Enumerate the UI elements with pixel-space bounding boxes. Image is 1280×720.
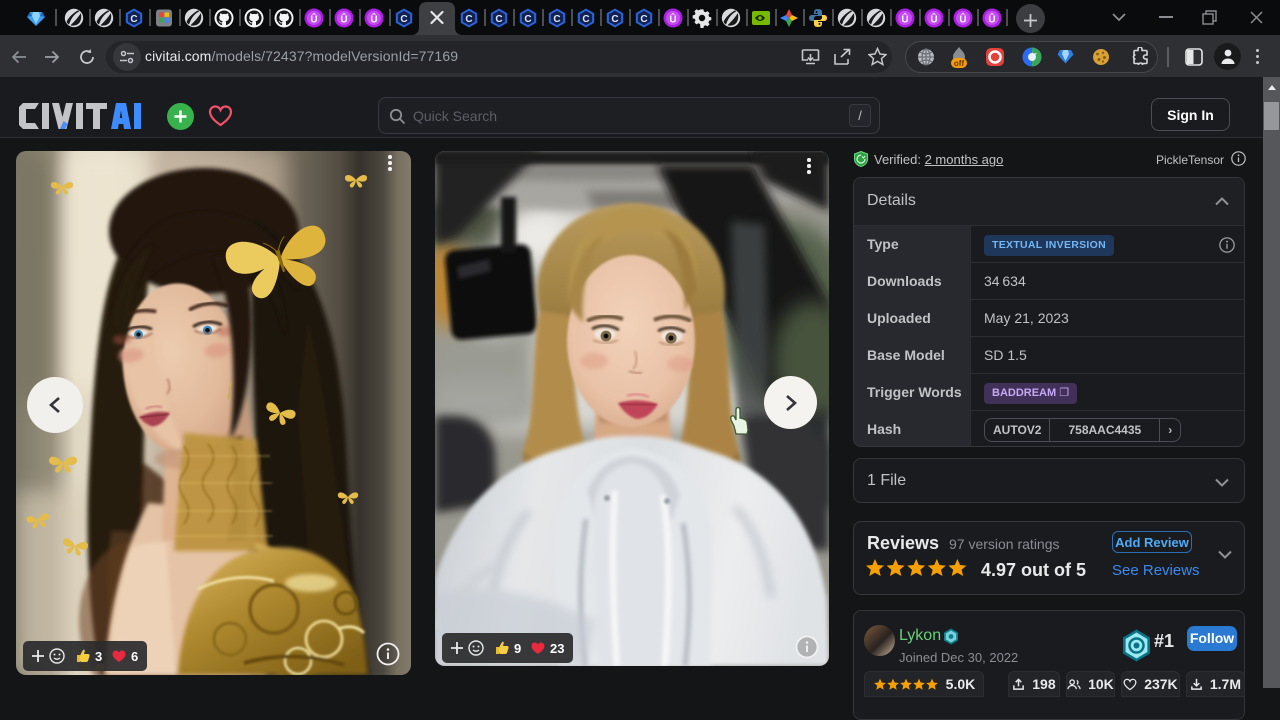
svg-text:Û: Û bbox=[669, 13, 676, 26]
svg-text:Û: Û bbox=[901, 13, 908, 26]
svg-text:Û: Û bbox=[988, 13, 995, 26]
svg-text:C: C bbox=[495, 14, 502, 25]
svg-text:Û: Û bbox=[370, 13, 377, 26]
svg-text:C: C bbox=[524, 14, 531, 25]
svg-text:Û: Û bbox=[340, 13, 347, 26]
svg-text:Û: Û bbox=[310, 13, 317, 26]
svg-text:C: C bbox=[400, 14, 407, 25]
svg-text:C: C bbox=[465, 14, 472, 25]
svg-text:C: C bbox=[582, 14, 589, 25]
svg-text:Û: Û bbox=[930, 13, 937, 26]
svg-text:C: C bbox=[611, 14, 618, 25]
svg-text:C: C bbox=[640, 14, 647, 25]
svg-text:C: C bbox=[130, 14, 137, 25]
svg-text:C: C bbox=[553, 14, 560, 25]
svg-text:Û: Û bbox=[959, 13, 966, 26]
svg-text:off: off bbox=[954, 59, 965, 68]
